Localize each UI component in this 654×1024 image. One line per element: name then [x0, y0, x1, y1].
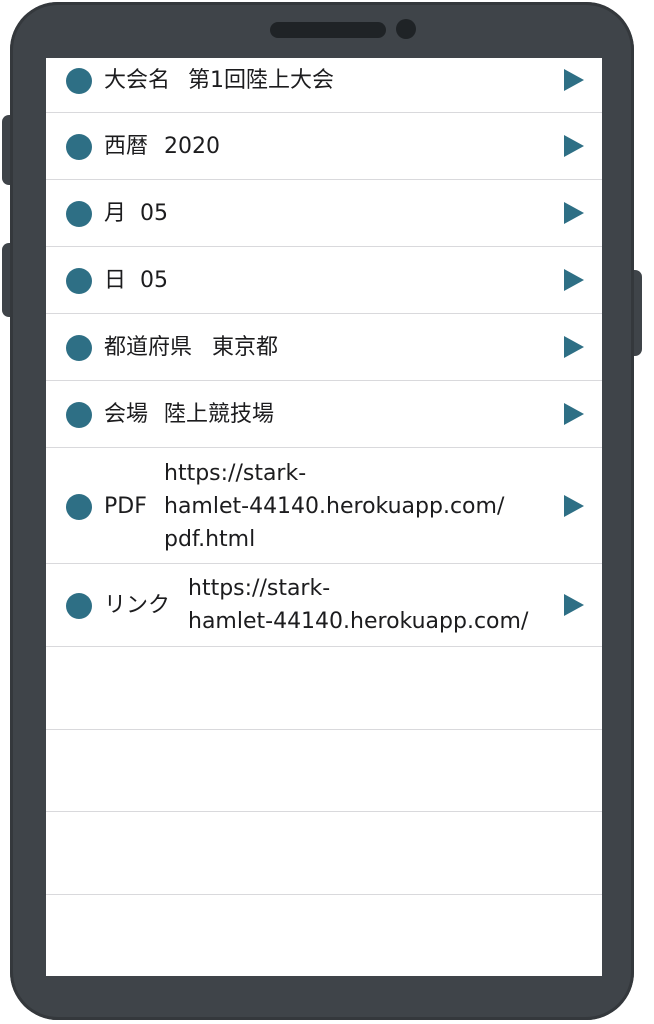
- row-value-url[interactable]: https://stark- hamlet-44140.herokuapp.co…: [188, 572, 528, 638]
- row-label: 都道府県: [104, 335, 193, 360]
- disclosure-arrow-icon[interactable]: [564, 495, 584, 517]
- row-value-url[interactable]: https://stark- hamlet-44140.herokuapp.co…: [164, 457, 504, 556]
- list-row-month[interactable]: 月 05: [46, 180, 602, 247]
- bullet-icon: [66, 134, 92, 160]
- bullet-icon: [66, 402, 92, 428]
- bullet-icon: [66, 268, 92, 294]
- disclosure-arrow-icon[interactable]: [564, 403, 584, 425]
- list-row-venue[interactable]: 会場 陸上競技場: [46, 381, 602, 448]
- row-label: リンク: [104, 593, 171, 618]
- row-value: 東京都: [212, 335, 279, 360]
- empty-row: [46, 647, 602, 730]
- row-label: 月: [104, 201, 127, 226]
- list-row-tournament-name[interactable]: 大会名 第1回陸上大会: [46, 58, 602, 113]
- phone-screen: 大会名 第1回陸上大会 西暦 2020 月 05 日 05 都道府県 東京都 会…: [46, 58, 602, 976]
- empty-row: [46, 730, 602, 812]
- bullet-icon: [66, 494, 92, 520]
- front-camera: [396, 19, 416, 39]
- row-label: 西暦: [104, 134, 149, 159]
- row-value: 05: [140, 268, 168, 293]
- list-row-pdf[interactable]: PDF https://stark- hamlet-44140.herokuap…: [46, 448, 602, 564]
- row-value: 陸上競技場: [164, 402, 275, 427]
- row-value: 05: [140, 201, 168, 226]
- disclosure-arrow-icon[interactable]: [564, 336, 584, 358]
- disclosure-arrow-icon[interactable]: [564, 594, 584, 616]
- list-row-year[interactable]: 西暦 2020: [46, 113, 602, 180]
- disclosure-arrow-icon[interactable]: [564, 269, 584, 291]
- empty-row: [46, 812, 602, 895]
- screenshot-stage: 大会名 第1回陸上大会 西暦 2020 月 05 日 05 都道府県 東京都 会…: [0, 0, 654, 1024]
- list-row-day[interactable]: 日 05: [46, 247, 602, 314]
- disclosure-arrow-icon[interactable]: [564, 202, 584, 224]
- bullet-icon: [66, 593, 92, 619]
- bullet-icon: [66, 68, 92, 94]
- list-row-prefecture[interactable]: 都道府県 東京都: [46, 314, 602, 381]
- row-value: 2020: [164, 134, 220, 159]
- row-label: PDF: [104, 494, 147, 519]
- row-value: 第1回陸上大会: [188, 68, 334, 93]
- row-label: 大会名: [104, 68, 171, 93]
- row-label: 会場: [104, 402, 149, 427]
- disclosure-arrow-icon[interactable]: [564, 135, 584, 157]
- bullet-icon: [66, 201, 92, 227]
- disclosure-arrow-icon[interactable]: [564, 69, 584, 91]
- bullet-icon: [66, 335, 92, 361]
- row-label: 日: [104, 268, 127, 293]
- list-row-link[interactable]: リンク https://stark- hamlet-44140.herokuap…: [46, 564, 602, 647]
- speaker-grille: [270, 22, 386, 38]
